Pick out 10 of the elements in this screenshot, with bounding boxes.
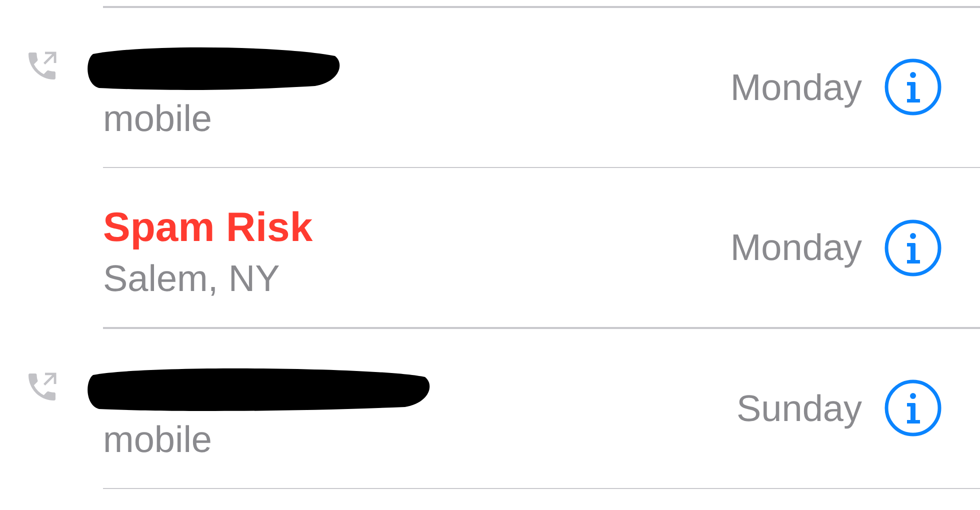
- info-icon[interactable]: [884, 218, 942, 276]
- caller-detail: mobile: [103, 100, 213, 136]
- call-date: Monday: [730, 68, 862, 106]
- info-icon[interactable]: [884, 379, 942, 437]
- call-date: Sunday: [736, 390, 862, 426]
- caller-detail: Salem, NY: [103, 260, 281, 297]
- caller-detail: mobile: [103, 420, 213, 458]
- info-icon[interactable]: [884, 58, 942, 116]
- call-date: Monday: [730, 229, 862, 266]
- caller-name: Spam Risk: [103, 206, 313, 248]
